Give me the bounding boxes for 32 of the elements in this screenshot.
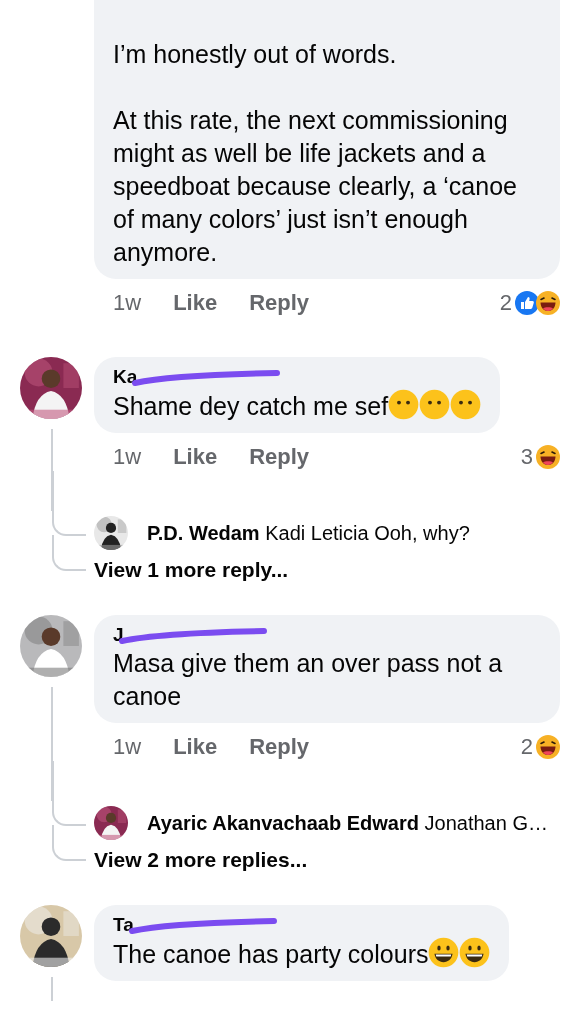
comment-time: 1w — [113, 734, 142, 760]
reply-button[interactable]: Reply — [249, 734, 310, 760]
comment-text: I’m honestly out of words. — [113, 39, 398, 70]
comment-time: 1w — [113, 444, 142, 470]
emoji-face-icon — [459, 937, 491, 968]
laughing-face-icon — [536, 291, 560, 315]
thumbs-up-icon — [515, 291, 539, 315]
comment-text: At this rate, the next commissioning might as well be life jackets and a speedboat because clearly, a ‘canoe of many colors’ just isn’t enough anymore. — [113, 105, 518, 268]
emoji-face-icon — [419, 389, 451, 420]
view-more-replies-link[interactable]: View 2 more replies... — [94, 848, 308, 872]
commenter-name[interactable]: Ka — [113, 365, 138, 389]
commenter-name[interactable]: J — [113, 623, 124, 647]
like-button[interactable]: Like — [173, 290, 218, 316]
emoji-face-icon — [388, 389, 420, 420]
emoji-face-icon — [428, 937, 460, 968]
view-more-replies-link[interactable]: View 1 more reply... — [94, 558, 289, 582]
reaction-count: 3 — [520, 444, 533, 470]
comment-text: The canoe has party colours — [113, 937, 491, 971]
reaction-count: 2 — [520, 734, 533, 760]
reply-text: Ayaric Akanvachaab Edward Jonathan G… — [147, 811, 548, 835]
emoji-face-icon — [450, 389, 482, 420]
reply-button[interactable]: Reply — [249, 290, 310, 316]
comment-text: Masa give them an over pass not a canoe — [113, 648, 504, 712]
reply-text: P.D. Wedam Kadi Leticia Ooh, why? — [147, 521, 470, 545]
comment-text: Shame dey catch me sef — [113, 389, 482, 423]
reaction-count: 2 — [499, 290, 512, 316]
like-button[interactable]: Like — [173, 444, 218, 470]
reply-button[interactable]: Reply — [249, 444, 310, 470]
laughing-face-icon — [536, 735, 560, 759]
comment-time: 1w — [113, 290, 142, 316]
like-button[interactable]: Like — [173, 734, 218, 760]
laughing-face-icon — [536, 445, 560, 469]
